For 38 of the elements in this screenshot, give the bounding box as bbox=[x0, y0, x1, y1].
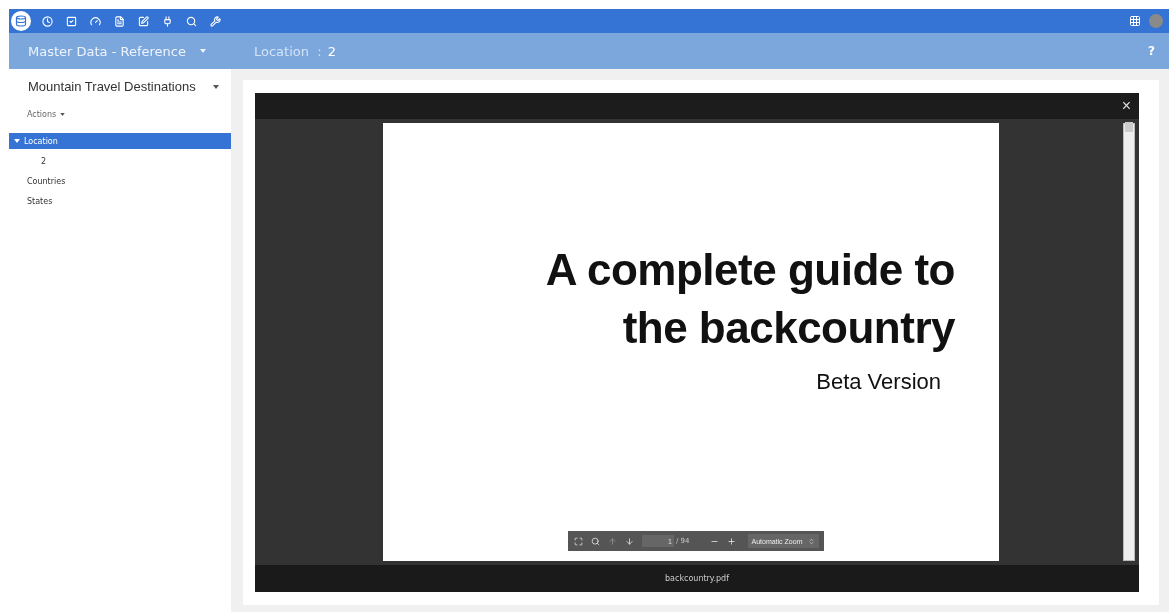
tree-item[interactable]: Countries bbox=[9, 173, 231, 189]
context-label: Location : bbox=[254, 43, 322, 59]
gauge-icon bbox=[89, 15, 101, 27]
tree-item[interactable]: States bbox=[9, 193, 231, 209]
fullscreen-icon bbox=[574, 536, 583, 546]
document-headline: A complete guide to the backcountry bbox=[544, 244, 955, 354]
search-icon bbox=[185, 15, 197, 27]
caret-down-icon bbox=[213, 84, 219, 89]
wrench-icon bbox=[209, 15, 221, 27]
file-name: backcountry.pdf bbox=[665, 574, 729, 583]
arrow-down-icon bbox=[625, 536, 634, 546]
next-page-button[interactable] bbox=[625, 536, 634, 546]
search-icon bbox=[591, 536, 600, 546]
database-icon bbox=[15, 15, 27, 27]
zoom-in-button[interactable] bbox=[726, 536, 736, 546]
actions-menu[interactable]: Actions bbox=[27, 110, 231, 119]
checkbox-icon bbox=[65, 15, 77, 27]
arrow-up-icon bbox=[608, 536, 617, 546]
edit-icon bbox=[137, 15, 149, 27]
plug-icon bbox=[161, 15, 173, 27]
dataset-dropdown[interactable]: Mountain Travel Destinations bbox=[28, 79, 219, 94]
grid-icon[interactable] bbox=[1129, 15, 1141, 27]
tree-item[interactable]: Location bbox=[9, 133, 231, 149]
caret-down-icon bbox=[200, 49, 206, 53]
document-subtitle: Beta Version bbox=[816, 369, 941, 395]
context-value: 2 bbox=[327, 43, 336, 59]
plus-icon bbox=[726, 536, 736, 546]
toolbar-button[interactable] bbox=[11, 11, 31, 31]
fullscreen-button[interactable] bbox=[574, 536, 583, 546]
caret-down-icon bbox=[60, 113, 66, 116]
clock-icon bbox=[41, 15, 53, 27]
caret-down-icon bbox=[14, 138, 20, 144]
search-button[interactable] bbox=[591, 536, 600, 546]
document-icon bbox=[113, 15, 125, 27]
up-down-icon bbox=[808, 537, 816, 545]
close-button[interactable]: × bbox=[1121, 98, 1131, 114]
scrollbar[interactable] bbox=[1123, 123, 1135, 561]
tree-item[interactable]: 2 bbox=[9, 153, 231, 169]
